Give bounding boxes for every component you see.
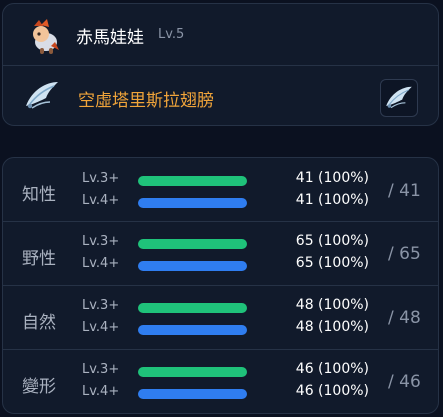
lv4-progress-bar (138, 198, 247, 208)
wing-icon (386, 86, 412, 109)
stat-row-wild: 野性 Lv.3+ 65 (100%) Lv.4+ 65 (100%) / 65 (3, 222, 438, 285)
lv4-label: Lv.4+ (82, 193, 120, 208)
lv3-label: Lv.3+ (82, 171, 120, 186)
item-slot[interactable] (380, 79, 418, 117)
pony-pet-icon (33, 19, 59, 54)
lv4-progress-bar (138, 389, 247, 399)
stat-label: 野性 (22, 249, 56, 269)
lv3-progress-bar (138, 303, 247, 313)
lv4-label: Lv.4+ (82, 384, 120, 399)
lv4-value: 41 (100%) (295, 192, 369, 208)
lv3-label: Lv.3+ (82, 298, 120, 313)
lv3-label: Lv.3+ (82, 234, 120, 249)
lv4-value: 65 (100%) (295, 255, 369, 271)
lv3-progress-bar (138, 367, 247, 377)
lv4-label: Lv.4+ (82, 320, 120, 335)
stat-label: 自然 (22, 313, 56, 333)
lv3-value: 41 (100%) (295, 170, 369, 186)
stats-card: 知性 Lv.3+ 41 (100%) Lv.4+ 41 (100%) / 41 … (2, 157, 439, 414)
lv4-progress-bar (138, 261, 247, 271)
lv3-progress-bar (138, 239, 247, 249)
stat-total: / 65 (388, 244, 421, 264)
stat-total: / 48 (388, 308, 421, 328)
lv4-progress-bar (138, 325, 247, 335)
lv4-value: 48 (100%) (295, 319, 369, 335)
lv3-progress-bar (138, 176, 247, 186)
pet-info-card: 赤馬娃娃 Lv.5 空虛塔里斯拉翅膀 (2, 3, 439, 126)
lv4-label: Lv.4+ (82, 256, 120, 271)
card-divider (3, 65, 438, 66)
lv3-label: Lv.3+ (82, 362, 120, 377)
wing-icon (26, 82, 58, 109)
stat-label: 知性 (22, 185, 56, 205)
lv3-value: 46 (100%) (295, 361, 369, 377)
stat-label: 變形 (22, 377, 56, 397)
stat-total: / 46 (388, 372, 421, 392)
lv4-value: 46 (100%) (295, 383, 369, 399)
lv3-value: 48 (100%) (295, 297, 369, 313)
pet-name: 赤馬娃娃 (76, 28, 144, 48)
pet-level: Lv.5 (158, 27, 185, 42)
stat-total: / 41 (388, 181, 421, 201)
lv3-value: 65 (100%) (295, 233, 369, 249)
item-name: 空虛塔里斯拉翅膀 (78, 91, 214, 111)
stat-row-nature: 自然 Lv.3+ 48 (100%) Lv.4+ 48 (100%) / 48 (3, 286, 438, 349)
stat-row-transform: 變形 Lv.3+ 46 (100%) Lv.4+ 46 (100%) / 46 (3, 350, 438, 413)
stat-row-intellect: 知性 Lv.3+ 41 (100%) Lv.4+ 41 (100%) / 41 (3, 158, 438, 221)
